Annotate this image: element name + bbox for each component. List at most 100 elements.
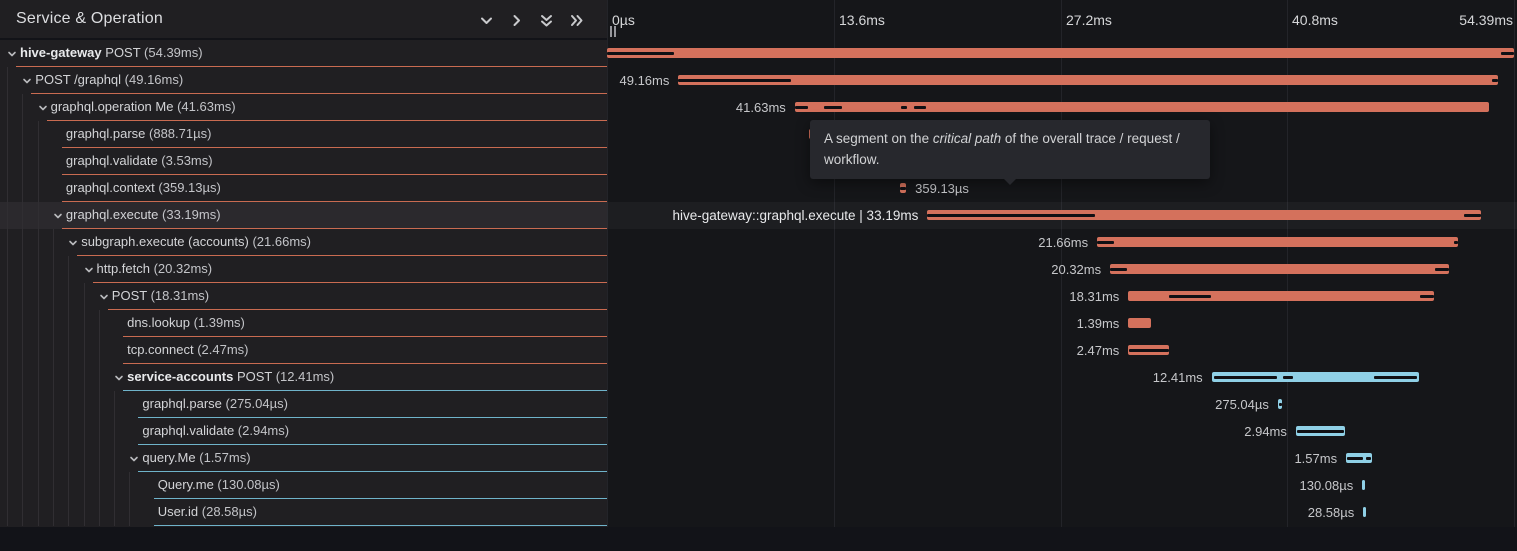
indent-guide [7,202,8,229]
tree-row[interactable]: POST /graphql (49.16ms) [0,67,607,94]
axis-tick-label: 13.6ms [839,0,885,40]
span-label: graphql.parse (275.04µs) [142,391,288,417]
tree-row[interactable]: subgraph.execute (accounts) (21.66ms) [0,229,607,256]
indent-guide [22,121,23,148]
indent-guide [22,229,23,256]
chevron-down-icon[interactable] [67,236,79,248]
double-chevron-down-icon[interactable] [538,12,555,29]
indent-guide [38,148,39,175]
indent-guide [68,256,69,283]
tree-row[interactable]: service-accounts POST (12.41ms) [0,364,607,391]
span-bar[interactable] [1296,426,1345,436]
span-bar[interactable] [678,75,1498,85]
tree-row[interactable]: graphql.validate (3.53ms) [0,148,607,175]
chevron-down-icon[interactable] [52,209,64,221]
span-label: POST (18.31ms) [112,283,209,309]
chevron-down-icon[interactable] [98,290,110,302]
chevron-down-icon[interactable] [6,47,18,59]
span-bar[interactable] [1128,318,1151,328]
span-bar[interactable] [1128,291,1433,301]
span-bar[interactable] [795,102,1489,112]
indent-guide [114,499,115,526]
tree-row[interactable]: tcp.connect (2.47ms) [0,337,607,364]
span-tree: hive-gateway POST (54.39ms)POST /graphql… [0,40,607,526]
indent-guide [7,337,8,364]
duration-label: 12.41ms [1153,364,1203,391]
span-bar[interactable] [1110,264,1449,274]
tree-row[interactable]: hive-gateway POST (54.39ms) [0,40,607,67]
critical-path-tooltip: A segment on the critical path of the ov… [810,120,1210,179]
chevron-down-icon[interactable] [83,263,95,275]
span-label: tcp.connect (2.47ms) [127,337,248,363]
indent-guide [22,391,23,418]
indent-guide [7,472,8,499]
service-operation-header: Service & Operation [0,0,607,40]
indent-guide [38,121,39,148]
indent-guide [38,364,39,391]
indent-guide [84,391,85,418]
critical-path-segment [1420,295,1433,298]
critical-path-segment [1169,295,1210,298]
indent-guide [53,445,54,472]
timeline-row: 275.04µs [607,391,1517,418]
chevron-down-icon[interactable] [37,101,49,113]
indent-guide [129,472,130,499]
span-bar[interactable] [1128,345,1169,355]
tree-row[interactable]: query.Me (1.57ms) [0,445,607,472]
span-bar[interactable] [607,48,1514,58]
indent-guide [22,283,23,310]
indent-guide [99,418,100,445]
duration-label: 2.94ms [1244,418,1287,445]
tree-controls [478,0,585,40]
tree-row[interactable]: User.id (28.58µs) [0,499,607,526]
span-label: service-accounts POST (12.41ms) [127,364,334,390]
indent-guide [38,283,39,310]
chevron-down-icon[interactable] [478,12,495,29]
span-bar[interactable] [1346,453,1372,463]
indent-guide [114,445,115,472]
span-bar[interactable] [1212,372,1419,382]
double-chevron-right-icon[interactable] [568,12,585,29]
indent-guide [7,67,8,94]
timeline-row: 2.47ms [607,337,1517,364]
tree-row[interactable]: http.fetch (20.32ms) [0,256,607,283]
tooltip-arrow [1003,178,1017,185]
tree-row[interactable]: graphql.execute (33.19ms) [0,202,607,229]
indent-guide [38,445,39,472]
indent-guide [7,229,8,256]
chevron-down-icon[interactable] [113,371,125,383]
span-bar[interactable] [927,210,1481,220]
span-bar[interactable] [1363,507,1366,517]
tree-row[interactable]: dns.lookup (1.39ms) [0,310,607,337]
span-bar[interactable] [1097,237,1458,247]
indent-guide [53,310,54,337]
span-bar[interactable] [1278,399,1283,409]
indent-guide [129,499,130,526]
indent-guide [38,202,39,229]
span-label: Query.me (130.08µs) [158,472,280,498]
span-bar[interactable] [1362,480,1365,490]
tree-row[interactable]: Query.me (130.08µs) [0,472,607,499]
tree-row[interactable]: graphql.context (359.13µs) [0,175,607,202]
timeline-rows: 49.16ms41.63ms888.71µs3.53ms359.13µshive… [607,40,1517,526]
indent-guide [84,418,85,445]
indent-guide [68,391,69,418]
indent-guide [22,364,23,391]
indent-guide [84,445,85,472]
tree-row[interactable]: graphql.parse (275.04µs) [0,391,607,418]
indent-guide [114,391,115,418]
span-label: subgraph.execute (accounts) (21.66ms) [81,229,311,255]
critical-path-segment [901,106,907,109]
tree-row[interactable]: graphql.parse (888.71µs) [0,121,607,148]
tree-row[interactable]: graphql.validate (2.94ms) [0,418,607,445]
indent-guide [38,499,39,526]
tree-row[interactable]: POST (18.31ms) [0,283,607,310]
tree-row[interactable]: graphql.operation Me (41.63ms) [0,94,607,121]
span-bar[interactable] [900,183,906,193]
chevron-down-icon[interactable] [128,452,140,464]
panel-resize-grip[interactable] [610,26,620,37]
indent-guide [7,499,8,526]
chevron-down-icon[interactable] [21,74,33,86]
chevron-right-icon[interactable] [508,12,525,29]
critical-path-segment [1435,268,1449,271]
